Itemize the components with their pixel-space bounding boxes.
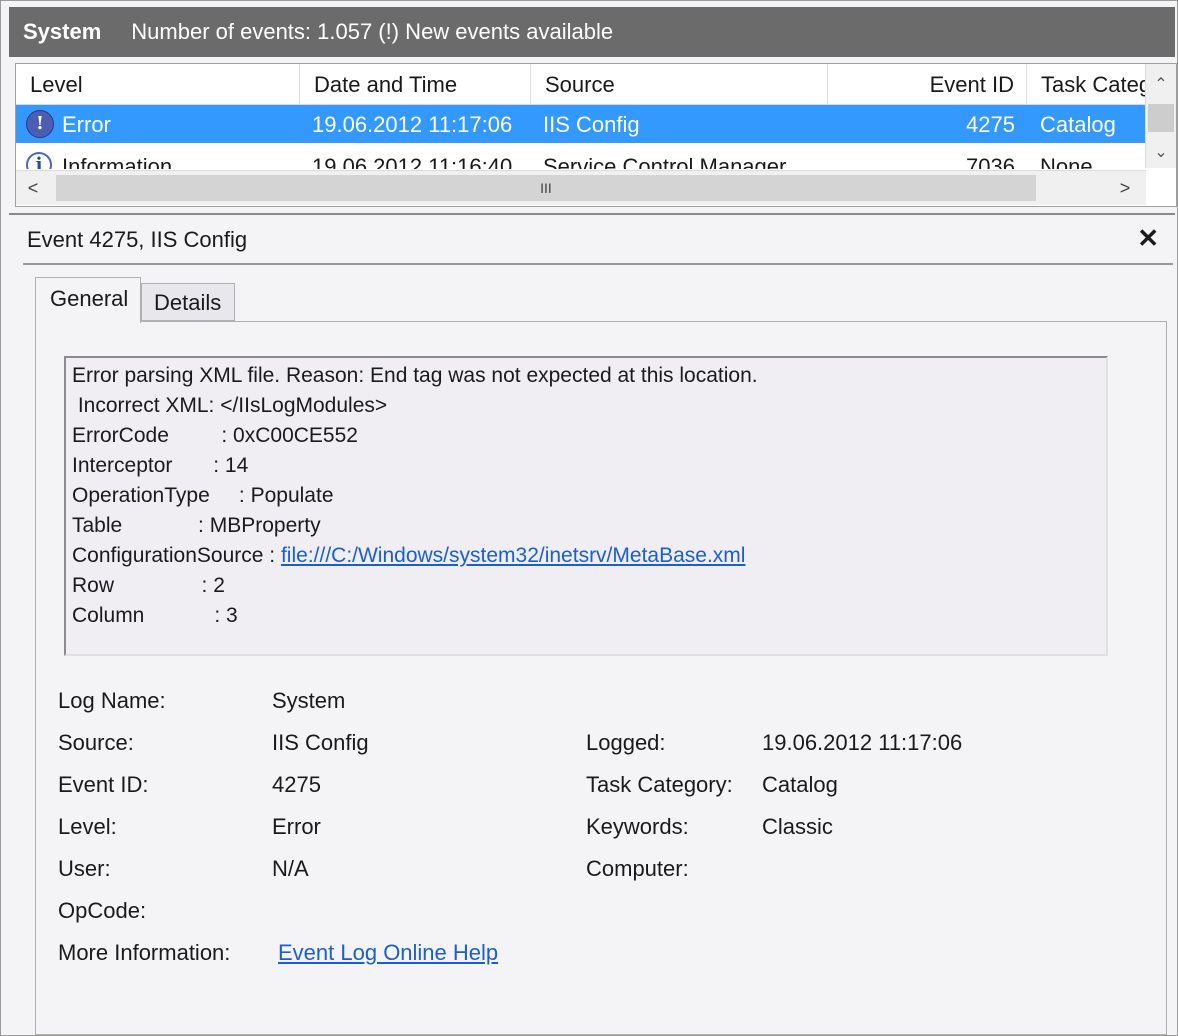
row-task-category: Catalog (1040, 112, 1116, 137)
opcode-label: OpCode: (58, 898, 147, 923)
event-detail-pane: Event 4275, IIS Config ✕ General Details… (9, 213, 1175, 1035)
message-line: Table : MBProperty (72, 514, 321, 537)
row-task-category: None (1040, 154, 1093, 169)
config-source-link[interactable]: file:///C:/Windows/system32/inetsrv/Meta… (281, 544, 745, 567)
row-source: IIS Config (543, 112, 640, 137)
task-category-value: Catalog (762, 772, 838, 797)
event-viewer-window: System Number of events: 1.057 (!) New e… (0, 0, 1178, 1036)
chevron-right-icon[interactable]: > (1108, 171, 1142, 205)
computer-label: Computer: (586, 856, 689, 881)
logged-value: 19.06.2012 11:17:06 (762, 730, 963, 755)
horizontal-scroll-thumb[interactable]: III (56, 175, 1036, 201)
column-header-event-id[interactable]: Event ID (828, 64, 1027, 104)
info-icon: i (26, 152, 52, 169)
row-datetime: 19.06.2012 11:16:40 (312, 154, 513, 169)
event-log-online-help-link[interactable]: Event Log Online Help (278, 940, 498, 966)
chevron-up-icon[interactable]: ⌃ (1146, 70, 1176, 100)
message-line: Column : 3 (72, 604, 238, 627)
keywords-value: Classic (762, 814, 833, 839)
source-label: Source: (58, 730, 134, 755)
message-line: Row : 2 (72, 574, 225, 597)
vertical-scroll-thumb[interactable] (1148, 104, 1174, 132)
task-category-label: Task Category: (586, 772, 733, 797)
row-source: Service Control Manager (543, 154, 787, 169)
error-icon: ! (26, 110, 54, 138)
config-source-label: ConfigurationSource : (72, 544, 281, 567)
column-header-date-time[interactable]: Date and Time (300, 64, 531, 104)
row-level: Error (62, 112, 111, 137)
row-event-id: 7036 (966, 154, 1015, 169)
message-line: OperationType : Populate (72, 484, 334, 507)
row-datetime: 19.06.2012 11:17:06 (312, 112, 513, 137)
level-label: Level: (58, 814, 117, 839)
event-id-label: Event ID: (58, 772, 149, 797)
close-icon[interactable]: ✕ (1137, 223, 1159, 254)
event-count-status: Number of events: 1.057 (!) New events a… (131, 19, 614, 44)
column-header-task-category[interactable]: Task Categ (1027, 64, 1152, 104)
event-id-value: 4275 (272, 772, 321, 797)
events-grid[interactable]: Level Date and Time Source Event ID Task… (15, 63, 1177, 207)
user-label: User: (58, 856, 111, 881)
log-name: System (23, 19, 102, 44)
horizontal-scrollbar[interactable]: < III > (16, 170, 1146, 205)
message-line: Interceptor : 14 (72, 454, 249, 477)
more-information-label: More Information: (58, 940, 231, 965)
tab-details[interactable]: Details (141, 283, 235, 321)
message-line: Incorrect XML: </IIsLogModules> (72, 394, 388, 417)
chevron-left-icon[interactable]: < (16, 171, 50, 205)
table-row[interactable]: i Information 19.06.2012 11:16:40 Servic… (16, 147, 1146, 169)
vertical-scrollbar[interactable]: ⌃ ⌄ (1145, 64, 1176, 168)
source-value: IIS Config (272, 730, 369, 755)
log-header-bar: System Number of events: 1.057 (!) New e… (9, 7, 1175, 57)
message-line: ConfigurationSource : file:///C:/Windows… (72, 544, 745, 568)
tab-general[interactable]: General (35, 277, 141, 323)
event-message-box[interactable]: Error parsing XML file. Reason: End tag … (64, 356, 1108, 656)
table-row[interactable]: ! Error 19.06.2012 11:17:06 IIS Config 4… (16, 105, 1146, 143)
log-name-label: Log Name: (58, 688, 166, 713)
chevron-down-icon[interactable]: ⌄ (1146, 138, 1176, 168)
title-divider (23, 263, 1173, 265)
grid-header: Level Date and Time Source Event ID Task… (16, 64, 1152, 105)
message-line: Error parsing XML file. Reason: End tag … (72, 364, 758, 387)
keywords-label: Keywords: (586, 814, 689, 839)
log-name-value: System (272, 688, 346, 713)
logged-label: Logged: (586, 730, 666, 755)
row-level: Information (62, 154, 173, 169)
column-header-source[interactable]: Source (531, 64, 828, 104)
message-line: ErrorCode : 0xC00CE552 (72, 424, 358, 447)
detail-title: Event 4275, IIS Config (27, 227, 248, 252)
general-tab-panel: Error parsing XML file. Reason: End tag … (35, 321, 1167, 1035)
user-value: N/A (272, 856, 309, 881)
row-event-id: 4275 (966, 112, 1015, 137)
level-value: Error (272, 814, 321, 839)
column-header-level[interactable]: Level (16, 64, 300, 104)
